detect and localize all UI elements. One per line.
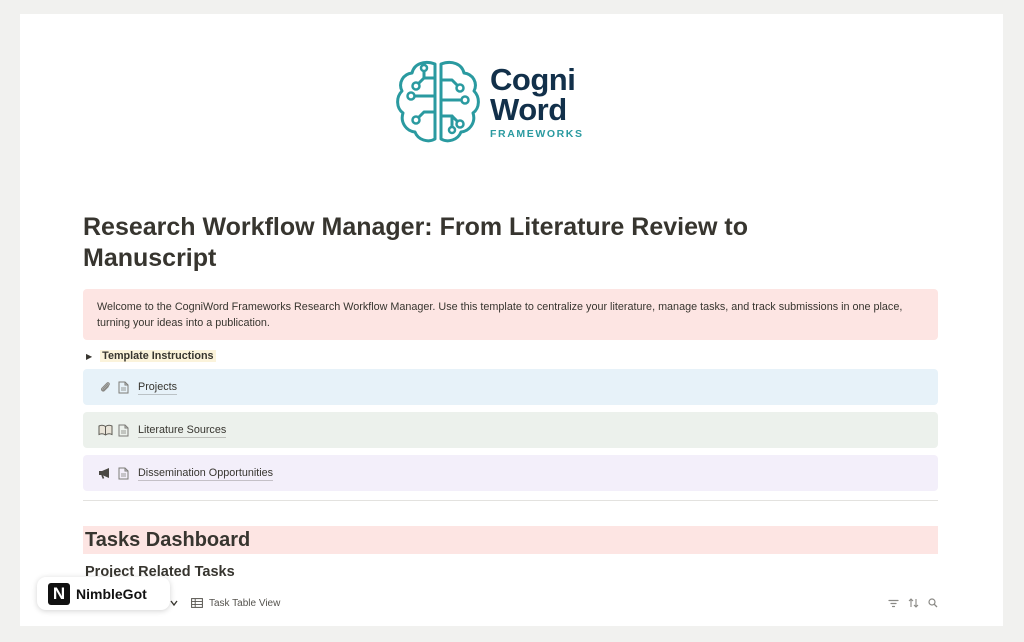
megaphone-icon [94,467,116,479]
page-title: Research Workflow Manager: From Literatu… [83,213,748,272]
view-tools [888,598,938,608]
nimblegot-logo-icon: N [48,582,70,605]
tasks-dashboard-heading: Tasks Dashboard [83,526,938,554]
link-label[interactable]: Projects [138,380,178,395]
nimblegot-label: NimbleGot [76,585,147,602]
brain-circuit-icon [396,60,480,143]
nimblegot-badge[interactable]: N NimbleGot [37,577,170,610]
view-tab-hidden-icon[interactable] [169,598,179,608]
page-icon [118,381,132,394]
page-icon [118,424,132,437]
sort-icon[interactable] [908,598,919,608]
view-tab-label: Task Table View [209,597,281,609]
link-label[interactable]: Dissemination Opportunities [138,466,274,481]
divider [83,500,938,501]
logo-line-1: Cogni [490,61,576,97]
link-label[interactable]: Literature Sources [138,423,227,438]
paperclip-icon [94,381,116,394]
page-icon [118,467,132,480]
table-icon [191,598,203,608]
filter-icon[interactable] [888,599,899,608]
link-dissemination-opportunities[interactable]: Dissemination Opportunities [83,455,938,491]
welcome-callout: Welcome to the CogniWord Frameworks Rese… [83,289,938,340]
template-instructions-toggle[interactable]: ▶ Template Instructions [86,348,216,364]
search-icon[interactable] [928,598,938,608]
page-canvas: Cogni Word FRAMEWORKS Research Workflow … [20,14,1003,626]
logo-line-3: FRAMEWORKS [490,127,584,140]
database-view-bar: Task Table View [83,592,938,614]
link-literature-sources[interactable]: Literature Sources [83,412,938,448]
cogniword-logo: Cogni Word FRAMEWORKS [394,54,594,150]
toggle-triangle-icon[interactable]: ▶ [86,352,92,361]
view-tab-task-table[interactable]: Task Table View [191,598,280,609]
toggle-label: Template Instructions [100,350,216,362]
logo-wordmark: Cogni Word FRAMEWORKS [490,61,584,140]
link-projects[interactable]: Projects [83,369,938,405]
open-book-icon [94,424,116,436]
logo-line-2: Word [490,91,567,127]
